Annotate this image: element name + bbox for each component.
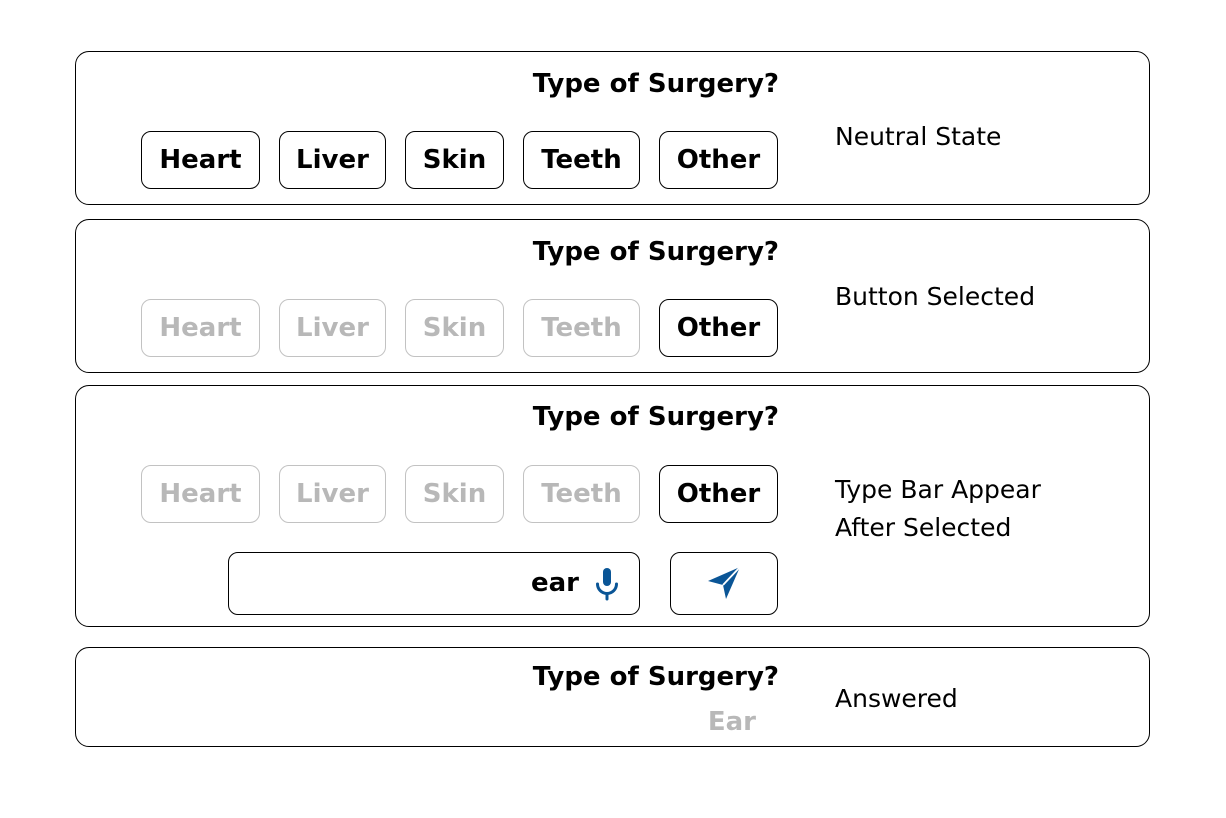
option-liver-button[interactable]: Liver bbox=[279, 131, 386, 189]
card-type-bar: Type of Surgery? Heart Liver Skin Teeth … bbox=[75, 385, 1150, 627]
option-liver-button[interactable]: Liver bbox=[279, 299, 386, 357]
option-heart-button[interactable]: Heart bbox=[141, 131, 260, 189]
option-teeth-button[interactable]: Teeth bbox=[523, 299, 640, 357]
answer-input[interactable]: ear bbox=[228, 552, 640, 615]
state-label: Button Selected bbox=[835, 282, 1036, 311]
state-label-line2: After Selected bbox=[835, 513, 1012, 542]
question-title: Type of Surgery? bbox=[532, 69, 779, 99]
send-icon bbox=[704, 563, 744, 605]
option-skin-button[interactable]: Skin bbox=[405, 299, 504, 357]
question-title: Type of Surgery? bbox=[532, 237, 779, 267]
option-skin-button[interactable]: Skin bbox=[405, 131, 504, 189]
answer-input-value: ear bbox=[530, 568, 579, 598]
option-teeth-button[interactable]: Teeth bbox=[523, 465, 640, 523]
option-heart-button[interactable]: Heart bbox=[141, 465, 260, 523]
state-label-line1: Type Bar Appear bbox=[835, 475, 1041, 504]
option-liver-button[interactable]: Liver bbox=[279, 465, 386, 523]
card-neutral-state: Type of Surgery? Heart Liver Skin Teeth … bbox=[75, 51, 1150, 205]
card-answered: Type of Surgery? Ear Answered bbox=[75, 647, 1150, 747]
card-button-selected: Type of Surgery? Heart Liver Skin Teeth … bbox=[75, 219, 1150, 373]
option-teeth-button[interactable]: Teeth bbox=[523, 131, 640, 189]
question-title: Type of Surgery? bbox=[532, 662, 779, 692]
send-button[interactable] bbox=[670, 552, 778, 615]
option-other-button[interactable]: Other bbox=[659, 131, 778, 189]
answer-value: Ear bbox=[707, 707, 756, 737]
option-other-button[interactable]: Other bbox=[659, 465, 778, 523]
state-label: Neutral State bbox=[835, 122, 1002, 151]
mic-icon[interactable] bbox=[594, 566, 620, 602]
option-heart-button[interactable]: Heart bbox=[141, 299, 260, 357]
question-title: Type of Surgery? bbox=[532, 402, 779, 432]
state-label: Answered bbox=[835, 684, 958, 713]
option-other-button[interactable]: Other bbox=[659, 299, 778, 357]
option-skin-button[interactable]: Skin bbox=[405, 465, 504, 523]
